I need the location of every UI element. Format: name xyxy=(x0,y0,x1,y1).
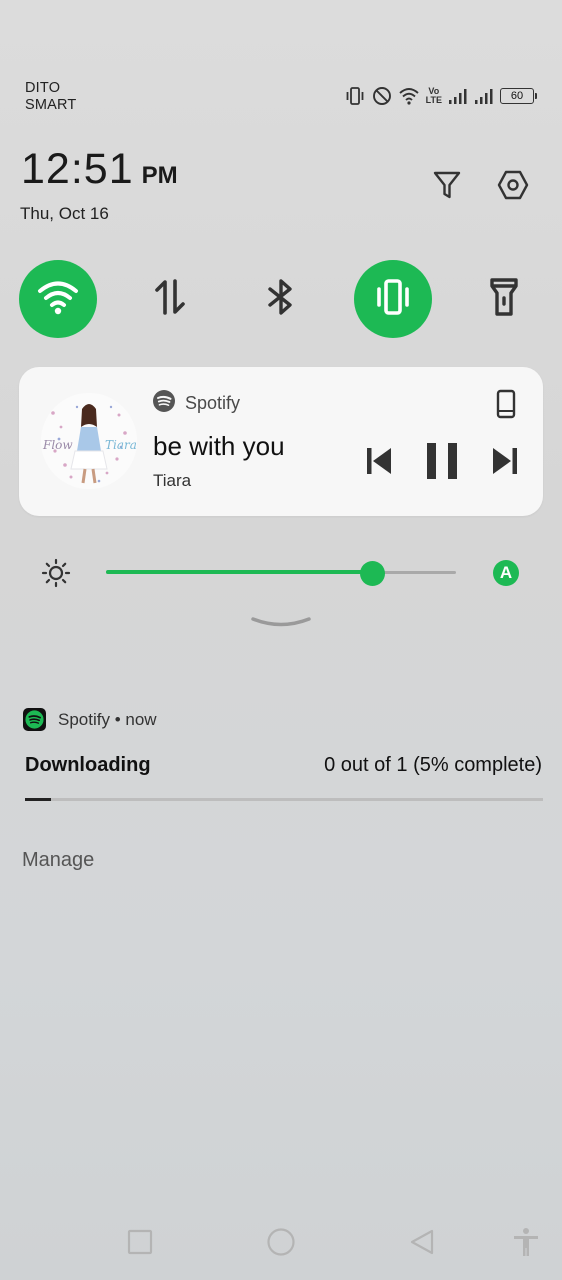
clock-ampm: PM xyxy=(141,162,178,189)
download-progress-fill xyxy=(25,798,51,801)
media-player-card[interactable]: Flow Tiara Spotify be with you Tiara xyxy=(19,367,543,516)
home-icon xyxy=(266,1227,296,1262)
quick-settings-tiles xyxy=(19,260,543,340)
clock-time: 12:51 xyxy=(21,145,134,193)
brightness-fill xyxy=(106,570,372,574)
back-button[interactable] xyxy=(404,1226,440,1262)
data-transfer-icon xyxy=(152,277,188,322)
previous-icon xyxy=(365,446,393,481)
vibrate-icon xyxy=(371,277,415,322)
brightness-icon xyxy=(40,557,72,589)
battery-level: 60 xyxy=(510,90,524,102)
brightness-thumb[interactable] xyxy=(360,561,385,586)
flashlight-tile[interactable] xyxy=(465,260,543,338)
next-icon xyxy=(491,446,519,481)
album-text-left: Flow xyxy=(42,438,73,452)
settings-icon[interactable] xyxy=(496,166,530,204)
spotify-app-icon xyxy=(23,708,46,731)
brightness-slider[interactable] xyxy=(106,561,456,586)
recents-button[interactable] xyxy=(122,1226,158,1262)
carrier-line1: DITO xyxy=(25,80,61,96)
wifi-tile[interactable] xyxy=(19,260,97,338)
battery-icon: 60 xyxy=(500,88,537,104)
bluetooth-tile[interactable] xyxy=(242,260,320,338)
header-actions xyxy=(430,166,530,204)
volte-icon: Vo LTE xyxy=(426,87,442,105)
spotify-logo-icon xyxy=(153,390,175,417)
previous-button[interactable] xyxy=(365,446,393,481)
carrier-label: DITO SMART xyxy=(25,80,77,114)
notification-title: Downloading xyxy=(25,754,151,776)
accessibility-button[interactable] xyxy=(508,1226,544,1262)
next-button[interactable] xyxy=(491,446,519,481)
date-label[interactable]: Thu, Oct 16 xyxy=(20,204,109,224)
output-device-button[interactable] xyxy=(491,389,521,423)
flashlight-icon xyxy=(487,276,521,323)
album-text-right: Tiara xyxy=(105,438,137,452)
volte-bottom-label: LTE xyxy=(425,95,442,105)
accessibility-icon xyxy=(512,1227,540,1262)
carrier-line2: SMART xyxy=(25,97,77,113)
wifi-icon xyxy=(37,278,79,321)
album-art[interactable]: Flow Tiara xyxy=(41,393,137,489)
pause-button[interactable] xyxy=(425,441,459,486)
media-app-row: Spotify xyxy=(153,390,240,417)
notification-header[interactable]: Spotify • now xyxy=(23,708,157,731)
status-icons: Vo LTE 60 xyxy=(344,84,537,108)
expand-handle-icon[interactable] xyxy=(251,616,311,630)
recents-icon xyxy=(127,1229,153,1260)
auto-brightness-button[interactable]: A xyxy=(493,560,519,586)
download-status: 0 out of 1 (5% complete) xyxy=(324,754,542,776)
artist-name: Tiara xyxy=(153,471,192,490)
do-not-disturb-icon xyxy=(372,86,392,106)
vibrate-icon xyxy=(344,86,366,106)
pause-icon xyxy=(425,441,459,486)
filter-icon[interactable] xyxy=(430,166,464,204)
signal-icon xyxy=(474,87,494,105)
song-title: be with you xyxy=(153,431,285,461)
media-controls xyxy=(365,441,519,486)
notification-app-time: Spotify • now xyxy=(58,709,157,729)
mobile-data-tile[interactable] xyxy=(131,260,209,338)
vibrate-tile[interactable] xyxy=(354,260,432,338)
signal-icon xyxy=(448,87,468,105)
wifi-icon xyxy=(398,86,420,106)
phone-icon xyxy=(496,389,516,424)
clock[interactable]: 12:51 PM xyxy=(21,145,178,194)
download-progress-bar xyxy=(25,798,543,801)
home-button[interactable] xyxy=(263,1226,299,1262)
media-app-name: Spotify xyxy=(185,393,241,413)
manage-button[interactable]: Manage xyxy=(22,849,94,872)
back-icon xyxy=(409,1228,435,1261)
bluetooth-icon xyxy=(264,277,298,322)
